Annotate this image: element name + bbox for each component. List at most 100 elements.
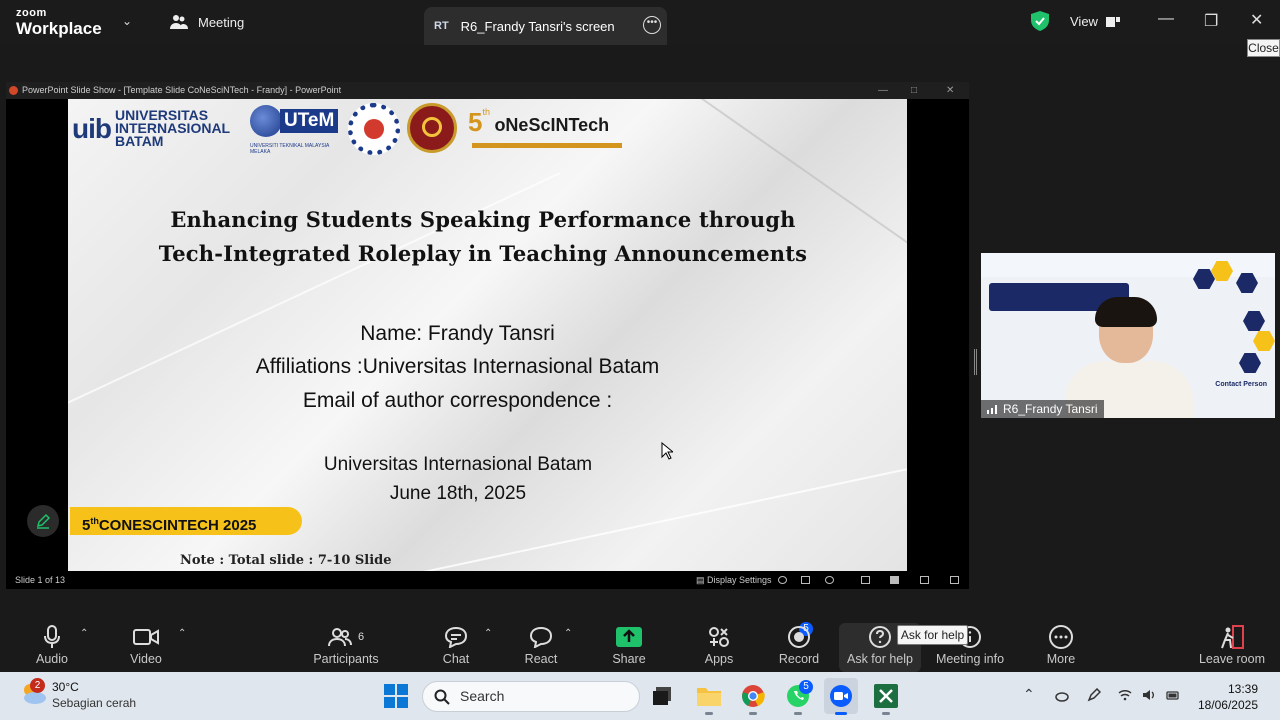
chevron-down-icon[interactable]: ⌄ [122,14,132,28]
play-icon[interactable] [825,576,834,584]
tab-shared-screen[interactable]: RT R6_Frandy Tansri's screen ••• [424,7,667,45]
temperature: 30°C [52,680,79,694]
presenter-view-icon[interactable] [778,576,787,584]
volume-icon[interactable] [1142,688,1156,702]
weather-badge: 2 [30,678,45,693]
ppt-close-icon[interactable]: ✕ [946,82,954,99]
apps-icon [709,627,729,647]
shared-powerpoint-window: PowerPoint Slide Show - [Template Slide … [6,82,969,589]
system-clock[interactable]: 13:39 18/06/2025 [1198,681,1258,713]
globe-icon [250,105,282,137]
share-label: Share [612,652,646,666]
slide-note: Note : Total slide : 7-10 Slide [180,553,392,568]
contact-person-label: Contact Person [1215,381,1267,388]
ppt-restore-icon[interactable]: □ [911,82,917,99]
pen-menu-icon[interactable] [1087,688,1101,702]
slideshow-icon[interactable] [950,576,959,584]
react-button[interactable]: React [520,622,562,666]
onedrive-icon[interactable] [1055,688,1069,702]
gear-emblem-logo [348,103,400,155]
chat-button[interactable]: Chat [436,622,476,666]
ask-for-help-label: Ask for help [846,652,913,666]
monitor-icon: ▤ [696,575,708,585]
chat-icon [444,626,468,648]
author-email: Email of author correspondence : [302,389,613,412]
participants-button[interactable]: 6 Participants [310,622,382,666]
chrome-icon[interactable] [741,684,765,708]
video-button[interactable]: Video [124,622,168,666]
ppt-status-bar: Slide 1 of 13 ▤ Display Settings [6,571,969,589]
author-name: Name: Frandy Tansri [360,322,555,345]
view-button[interactable]: View [1070,14,1120,29]
record-button[interactable]: Record [776,622,822,666]
slide-title-line: Enhancing Students Speaking Performance … [170,207,796,232]
uib-logo-text: UNIVERSITAS INTERNASIONAL BATAM [115,108,230,148]
file-explorer-icon[interactable] [697,685,721,707]
tab-meeting[interactable]: Meeting [170,14,244,30]
clock-time: 13:39 [1227,682,1258,696]
notes-icon[interactable] [801,576,810,584]
slide-title: Enhancing Students Speaking Performance … [128,203,838,271]
zoom-title-bar: zoom Workplace ⌄ Meeting RT R6_Frandy Ta… [0,0,1280,45]
show-hidden-icons[interactable]: ⌃ [1023,686,1035,703]
react-options-caret[interactable]: ⌃ [564,628,572,639]
close-tooltip: Close [1247,39,1280,57]
participants-count: 6 [357,631,365,643]
leave-room-button[interactable]: Leave room [1196,622,1268,666]
leave-room-label: Leave room [1198,652,1265,666]
audio-label: Audio [36,652,68,666]
help-icon [869,626,891,648]
battery-icon[interactable] [1166,688,1180,702]
weather-description: Sebagian cerah [52,696,137,710]
more-button[interactable]: More [1040,622,1082,666]
excel-icon[interactable] [874,684,898,708]
windows-taskbar: 2 30°C Sebagian cerah Search 5 ⌃ 13:39 1 [0,672,1280,720]
participants-icon [327,628,352,647]
conference-ribbon: 5thCONESCINTECH 2025 [70,507,302,535]
video-label: Video [130,652,162,666]
minimize-icon[interactable]: — [1158,10,1174,28]
share-button[interactable]: Share [608,622,650,666]
audio-options-caret[interactable]: ⌃ [80,628,88,639]
slide-sorter-icon[interactable] [890,576,899,584]
normal-view-icon[interactable] [861,576,870,584]
record-label: Record [778,652,820,666]
heart-chat-icon [529,626,553,648]
windows-start-icon[interactable] [384,684,408,708]
ppt-minimize-icon[interactable]: — [878,82,888,99]
share-screen-icon [616,627,642,647]
zoom-app-icon[interactable] [829,684,853,708]
chat-options-caret[interactable]: ⌃ [484,628,492,639]
audio-button[interactable]: Audio [30,622,74,666]
resize-handle[interactable] [974,349,977,375]
reading-view-icon[interactable] [920,576,929,584]
react-label: React [524,652,558,666]
chat-label: Chat [442,652,470,666]
pen-annotation-icon[interactable] [27,505,59,537]
hexagon-decor [1253,331,1275,351]
security-shield-icon[interactable] [1031,11,1049,31]
clock-date: 18/06/2025 [1197,698,1258,712]
camera-icon [133,629,159,645]
wifi-icon[interactable] [1118,688,1132,702]
more-options-icon[interactable]: ••• [643,16,661,34]
display-settings-button[interactable]: ▤ Display Settings [696,571,772,589]
search-icon [434,689,450,705]
university-seal-logo [407,103,457,153]
restore-icon[interactable]: ❐ [1204,11,1218,31]
app-running-indicator [705,712,713,715]
brand-workplace: Workplace [16,19,102,38]
zoom-workplace-logo[interactable]: zoom Workplace [16,8,102,38]
task-view-icon[interactable] [652,686,672,706]
hexagon-decor [1239,353,1261,373]
apps-button[interactable]: Apps [698,622,740,666]
video-options-caret[interactable]: ⌃ [178,628,186,639]
meeting-controls-toolbar: Audio ⌃ Video ⌃ 6 Participants Chat ⌃ Re… [0,618,1280,672]
taskbar-search-box[interactable]: Search [422,681,640,712]
app-running-indicator [794,712,802,715]
participant-name: R6_Frandy Tansri [1003,402,1098,416]
weather-widget[interactable]: 2 30°C Sebagian cerah [20,678,136,711]
participant-video-tile[interactable]: Contact Person R6_Frandy Tansri [981,253,1275,418]
meeting-info-label: Meeting info [935,652,1005,666]
close-icon[interactable]: ✕ [1250,10,1263,30]
